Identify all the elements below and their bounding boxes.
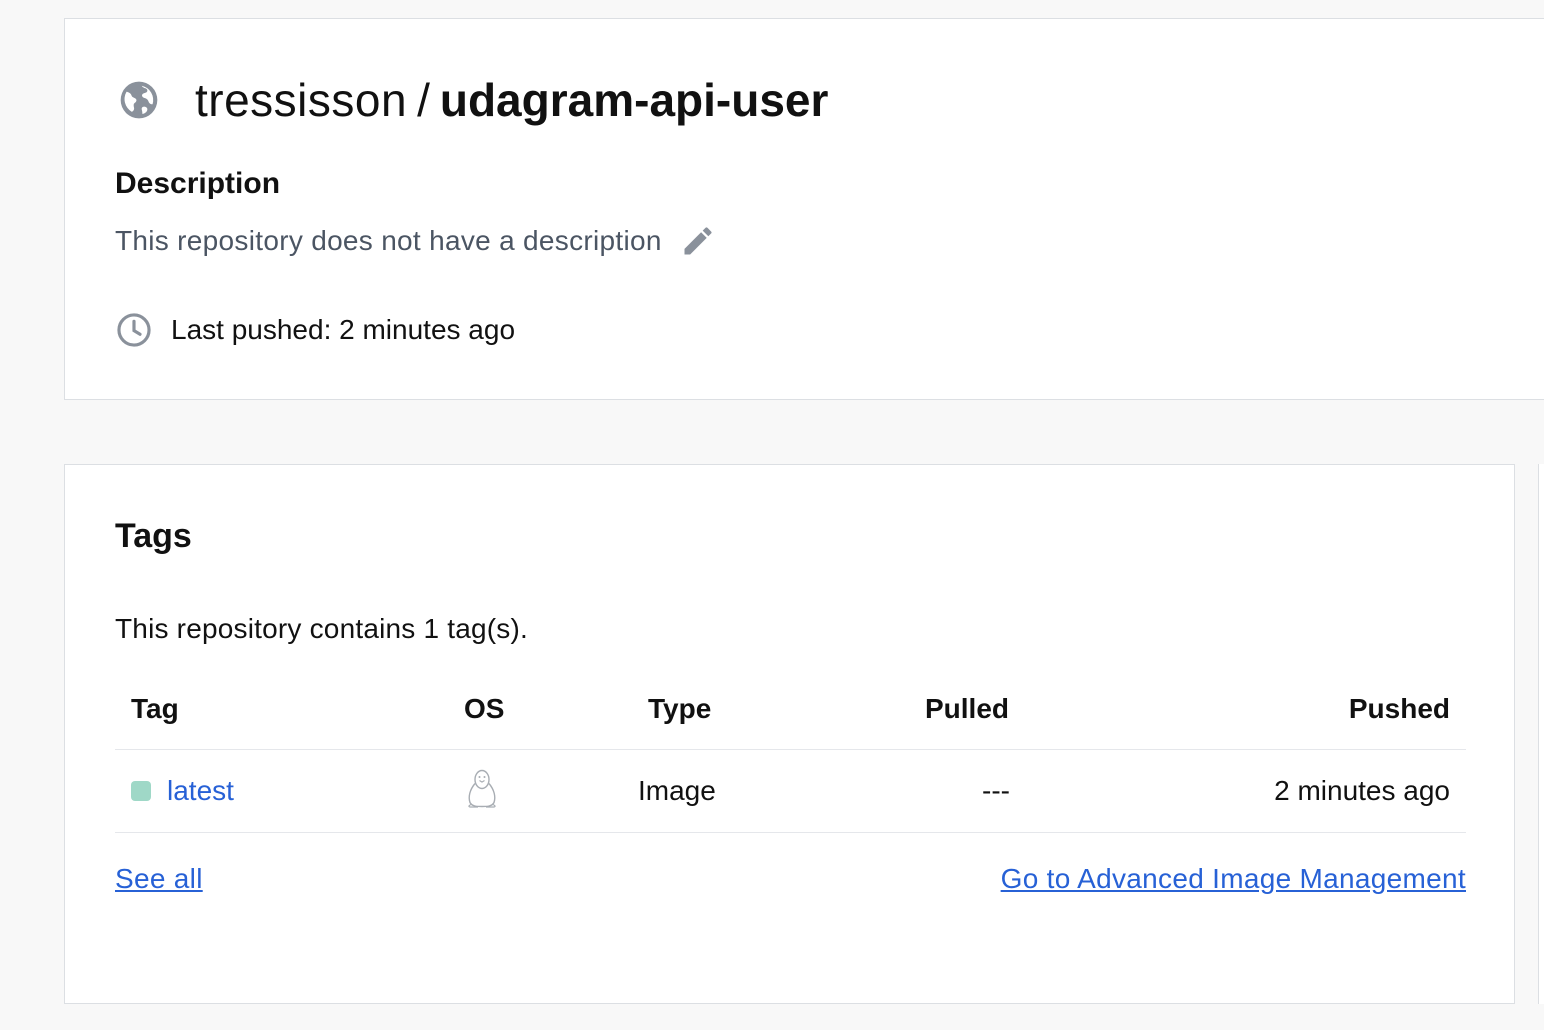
- last-pushed-text: Last pushed: 2 minutes ago: [171, 314, 516, 345]
- last-pushed-row: Last pushed: 2 minutes ago: [115, 311, 515, 349]
- tag-type: Image: [638, 775, 716, 806]
- globe-icon: [117, 78, 161, 122]
- tags-table: Tag OS Type Pulled Pushed latest Image -…: [115, 669, 1466, 833]
- pencil-icon[interactable]: [680, 223, 716, 259]
- tags-summary: This repository contains 1 tag(s).: [115, 613, 528, 644]
- tag-cell: latest: [131, 775, 234, 807]
- table-row: latest Image --- 2 minutes ago: [115, 750, 1466, 833]
- tags-table-header: Tag OS Type Pulled Pushed: [115, 669, 1466, 750]
- description-heading: Description: [115, 167, 281, 200]
- repository-header-card: tressisson / udagram-api-user Descriptio…: [64, 18, 1544, 400]
- column-header-type: Type: [648, 693, 712, 724]
- repository-title: tressisson / udagram-api-user: [117, 71, 828, 129]
- status-dot: [131, 781, 151, 801]
- description-text: This repository does not have a descript…: [115, 225, 662, 256]
- description-row: This repository does not have a descript…: [115, 223, 716, 259]
- column-header-pulled: Pulled: [924, 693, 1009, 724]
- clock-icon: [115, 311, 153, 349]
- column-header-tag: Tag: [131, 693, 179, 724]
- tag-pulled: ---: [982, 775, 1010, 806]
- tags-title: Tags: [115, 517, 192, 555]
- repository-name: udagram-api-user: [439, 74, 829, 126]
- column-header-pushed: Pushed: [1348, 693, 1450, 724]
- path-separator: /: [417, 74, 430, 126]
- tags-card: Tags This repository contains 1 tag(s). …: [64, 464, 1515, 1004]
- column-header-os: OS: [464, 693, 505, 724]
- tag-link-latest[interactable]: latest: [167, 775, 234, 807]
- linux-penguin-icon: [465, 767, 499, 816]
- tag-pushed: 2 minutes ago: [1274, 775, 1450, 806]
- tags-footer-links: See all Go to Advanced Image Management: [115, 863, 1466, 895]
- see-all-link[interactable]: See all: [115, 863, 203, 894]
- advanced-image-management-link[interactable]: Go to Advanced Image Management: [1001, 863, 1466, 895]
- repository-namespace[interactable]: tressisson: [195, 71, 407, 129]
- side-panel-edge: [1538, 464, 1544, 1004]
